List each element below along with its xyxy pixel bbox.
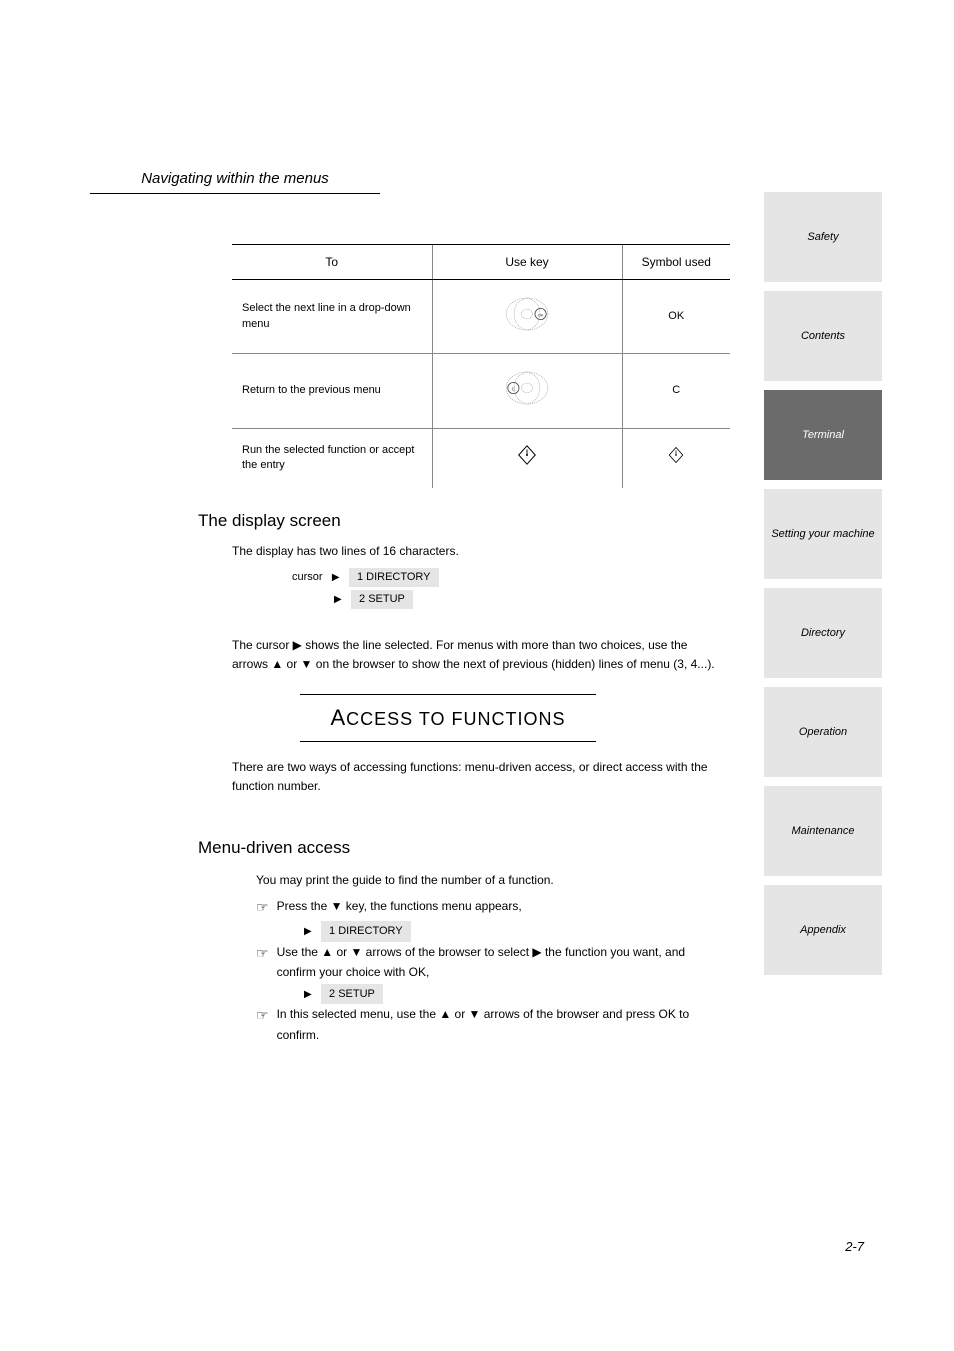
start-diamond-icon bbox=[516, 457, 538, 469]
pointer-icon: ☞ bbox=[256, 1004, 269, 1028]
table-row: Select the next line in a drop-down menu… bbox=[232, 280, 730, 354]
display-screen-body: The display has two lines of 16 characte… bbox=[232, 542, 722, 611]
page-number: 2-7 bbox=[845, 1239, 864, 1254]
access-intro: There are two ways of accessing function… bbox=[232, 758, 725, 795]
tab-contents[interactable]: Contents bbox=[764, 291, 882, 381]
step-text: Press the ▼ key, the functions menu appe… bbox=[277, 896, 726, 916]
tab-directory[interactable]: Directory bbox=[764, 588, 882, 678]
tab-operation[interactable]: Operation bbox=[764, 687, 882, 777]
row-arrow-icon: ▶ bbox=[334, 594, 342, 605]
step-text: Use the ▲ or ▼ arrows of the browser to … bbox=[277, 942, 726, 983]
side-tabs: Safety Contents Terminal Setting your ma… bbox=[764, 192, 882, 975]
display-ex1: 1 DIRECTORY bbox=[349, 568, 439, 587]
cursor-label: cursor bbox=[292, 571, 323, 583]
display-screen-para: The cursor ▶ shows the line selected. Fo… bbox=[232, 636, 724, 673]
th-sym: Symbol used bbox=[622, 245, 730, 280]
tab-safety[interactable]: Safety bbox=[764, 192, 882, 282]
tab-appendix[interactable]: Appendix bbox=[764, 885, 882, 975]
svg-text:C: C bbox=[512, 387, 516, 393]
pointer-icon: ☞ bbox=[256, 942, 269, 966]
step-2: ☞ Use the ▲ or ▼ arrows of the browser t… bbox=[256, 942, 726, 983]
cell-to: Run the selected function or accept the … bbox=[232, 428, 432, 487]
display-ex2: 2 SETUP bbox=[351, 590, 413, 609]
step-3: ☞ In this selected menu, use the ▲ or ▼ … bbox=[256, 1004, 726, 1045]
tab-terminal[interactable]: Terminal bbox=[764, 390, 882, 480]
step-text: In this selected menu, use the ▲ or ▼ ar… bbox=[277, 1004, 726, 1045]
cell-use: OK bbox=[432, 280, 622, 354]
step-ex: 2 SETUP bbox=[321, 984, 383, 1005]
cell-use: C bbox=[432, 354, 622, 428]
row-arrow-icon: ▶ bbox=[304, 926, 312, 937]
menu-driven-heading: Menu-driven access bbox=[198, 838, 350, 858]
svg-text:OK: OK bbox=[538, 312, 544, 317]
menu-driven-steps: You may print the guide to find the numb… bbox=[256, 870, 726, 1045]
section-access-heading: ACCESS TO FUNCTIONS bbox=[300, 694, 596, 742]
section-heading-rest: CCESS TO FUNCTIONS bbox=[346, 709, 565, 729]
table-row: Run the selected function or accept the … bbox=[232, 428, 730, 487]
table-row: Return to the previous menu C C bbox=[232, 354, 730, 428]
start-diamond-icon bbox=[667, 455, 685, 467]
step-1: ☞ Press the ▼ key, the functions menu ap… bbox=[256, 896, 726, 920]
section-heading-first: A bbox=[330, 705, 346, 730]
pointer-icon: ☞ bbox=[256, 896, 269, 920]
th-use: Use key bbox=[432, 245, 622, 280]
nav-left-c-icon: C bbox=[503, 399, 551, 411]
cell-sym bbox=[622, 428, 730, 487]
page-title: Navigating within the menus bbox=[90, 170, 380, 194]
step-ex: 1 DIRECTORY bbox=[321, 921, 411, 942]
display-screen-heading: The display screen bbox=[198, 511, 341, 531]
cell-sym: C bbox=[622, 354, 730, 428]
cell-to: Select the next line in a drop-down menu bbox=[232, 280, 432, 354]
cell-to: Return to the previous menu bbox=[232, 354, 432, 428]
cursor-arrow-icon: ▶ bbox=[332, 572, 340, 583]
intro-text: The display has two lines of 16 characte… bbox=[232, 544, 459, 558]
th-to: To bbox=[232, 245, 432, 280]
tab-maintenance[interactable]: Maintenance bbox=[764, 786, 882, 876]
nav-right-ok-icon: OK bbox=[503, 325, 551, 337]
example-caption: You may print the guide to find the numb… bbox=[256, 870, 726, 890]
tab-setting[interactable]: Setting your machine bbox=[764, 489, 882, 579]
cell-use bbox=[432, 428, 622, 487]
nav-table: To Use key Symbol used Select the next l… bbox=[232, 244, 730, 488]
row-arrow-icon: ▶ bbox=[304, 989, 312, 1000]
cell-sym: OK bbox=[622, 280, 730, 354]
